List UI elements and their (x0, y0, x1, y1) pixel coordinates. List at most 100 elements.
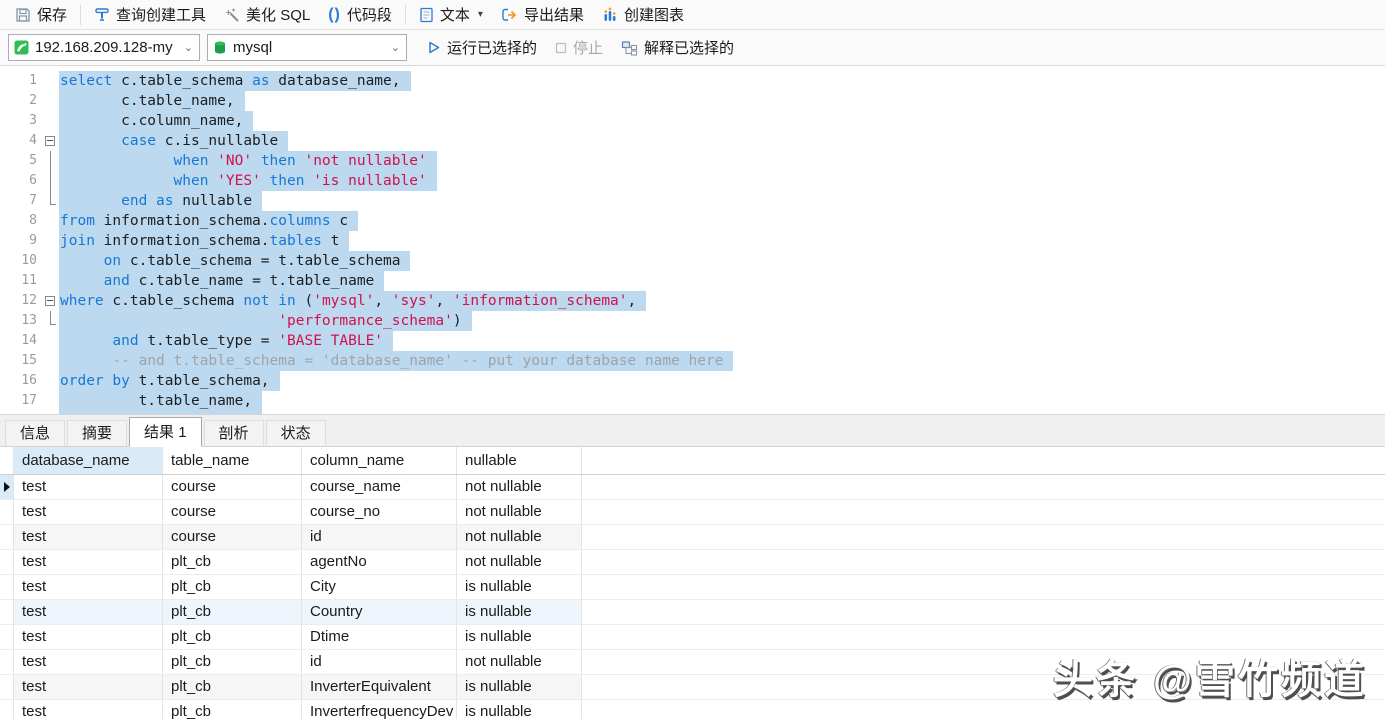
cell-database_name[interactable]: test (14, 525, 163, 549)
cell-column_name[interactable]: Dtime (302, 625, 457, 649)
cell-database_name[interactable]: test (14, 650, 163, 674)
fold-marker[interactable] (42, 131, 59, 151)
save-button[interactable]: 保存 (6, 2, 76, 28)
row-selector[interactable] (0, 650, 14, 674)
fold-marker[interactable] (42, 311, 59, 331)
grid-corner-cell[interactable] (0, 447, 14, 474)
editor-line-3[interactable]: 3 c.column_name, (0, 111, 1385, 131)
editor-line-17[interactable]: 17 t.table_name, (0, 391, 1385, 411)
cell-table_name[interactable]: course (163, 475, 302, 499)
collapse-icon[interactable] (45, 136, 55, 146)
cell-database_name[interactable]: test (14, 500, 163, 524)
cell-table_name[interactable]: plt_cb (163, 600, 302, 624)
editor-line-10[interactable]: 10 on c.table_schema = t.table_schema (0, 251, 1385, 271)
table-row[interactable]: testcourseidnot nullable (0, 525, 1385, 550)
editor-line-1[interactable]: 1select c.table_schema as database_name, (0, 71, 1385, 91)
beautify-sql-button[interactable]: 美化 SQL (215, 2, 319, 28)
editor-line-8[interactable]: 8from information_schema.columns c (0, 211, 1385, 231)
explain-selected-button[interactable]: 解释已选择的 (612, 35, 743, 61)
sql-editor[interactable]: 1select c.table_schema as database_name,… (0, 66, 1385, 414)
cell-column_name[interactable]: City (302, 575, 457, 599)
editor-line-5[interactable]: 5 when 'NO' then 'not nullable' (0, 151, 1385, 171)
tab-状态[interactable]: 状态 (266, 420, 326, 446)
editor-line-11[interactable]: 11 and c.table_name = t.table_name (0, 271, 1385, 291)
row-selector[interactable] (0, 575, 14, 599)
cell-table_name[interactable]: course (163, 500, 302, 524)
cell-table_name[interactable]: plt_cb (163, 625, 302, 649)
fold-marker[interactable] (42, 291, 59, 311)
database-select[interactable]: mysql ⌄ (207, 34, 407, 61)
cell-nullable[interactable]: is nullable (457, 700, 582, 719)
cell-database_name[interactable]: test (14, 550, 163, 574)
chevron-down-icon[interactable]: ▾ (478, 9, 483, 20)
cell-table_name[interactable]: course (163, 525, 302, 549)
cell-nullable[interactable]: not nullable (457, 475, 582, 499)
column-header-column_name[interactable]: column_name (302, 447, 457, 474)
cell-database_name[interactable]: test (14, 675, 163, 699)
cell-table_name[interactable]: plt_cb (163, 550, 302, 574)
cell-column_name[interactable]: InverterEquivalent (302, 675, 457, 699)
cell-table_name[interactable]: plt_cb (163, 700, 302, 719)
editor-line-15[interactable]: 15 -- and t.table_schema = 'database_nam… (0, 351, 1385, 371)
cell-nullable[interactable]: is nullable (457, 575, 582, 599)
row-selector[interactable] (0, 675, 14, 699)
query-builder-button[interactable]: 查询创建工具 (85, 2, 215, 28)
table-row[interactable]: testplt_cbCountryis nullable (0, 600, 1385, 625)
table-row[interactable]: testcoursecourse_namenot nullable (0, 475, 1385, 500)
editor-line-2[interactable]: 2 c.table_name, (0, 91, 1385, 111)
cell-table_name[interactable]: plt_cb (163, 575, 302, 599)
cell-nullable[interactable]: not nullable (457, 500, 582, 524)
column-header-table_name[interactable]: table_name (163, 447, 302, 474)
column-header-nullable[interactable]: nullable (457, 447, 582, 474)
cell-nullable[interactable]: not nullable (457, 525, 582, 549)
editor-line-16[interactable]: 16order by t.table_schema, (0, 371, 1385, 391)
cell-column_name[interactable]: course_no (302, 500, 457, 524)
cell-column_name[interactable]: course_name (302, 475, 457, 499)
fold-marker[interactable] (42, 171, 59, 191)
create-chart-button[interactable]: 创建图表 (593, 2, 693, 28)
cell-nullable[interactable]: is nullable (457, 625, 582, 649)
cell-column_name[interactable]: Country (302, 600, 457, 624)
export-result-button[interactable]: 导出结果 (492, 2, 593, 28)
cell-nullable[interactable]: is nullable (457, 675, 582, 699)
editor-line-7[interactable]: 7 end as nullable (0, 191, 1385, 211)
cell-column_name[interactable]: InverterfrequencyDev (302, 700, 457, 719)
table-row[interactable]: testplt_cbagentNonot nullable (0, 550, 1385, 575)
row-selector[interactable] (0, 700, 14, 719)
tab-结果 1[interactable]: 结果 1 (129, 417, 202, 447)
row-selector[interactable] (0, 500, 14, 524)
row-selector[interactable] (0, 625, 14, 649)
cell-column_name[interactable]: agentNo (302, 550, 457, 574)
collapse-icon[interactable] (45, 296, 55, 306)
fold-marker[interactable] (42, 151, 59, 171)
row-selector[interactable] (0, 600, 14, 624)
table-row[interactable]: testcoursecourse_nonot nullable (0, 500, 1385, 525)
editor-line-13[interactable]: 13 'performance_schema') (0, 311, 1385, 331)
editor-line-4[interactable]: 4 case c.is_nullable (0, 131, 1385, 151)
row-selector[interactable] (0, 525, 14, 549)
cell-column_name[interactable]: id (302, 650, 457, 674)
connection-select[interactable]: 192.168.209.128-my ⌄ (8, 34, 200, 61)
cell-nullable[interactable]: is nullable (457, 600, 582, 624)
cell-database_name[interactable]: test (14, 575, 163, 599)
cell-table_name[interactable]: plt_cb (163, 675, 302, 699)
fold-marker[interactable] (42, 191, 59, 211)
cell-column_name[interactable]: id (302, 525, 457, 549)
editor-line-12[interactable]: 12where c.table_schema not in ('mysql', … (0, 291, 1385, 311)
cell-database_name[interactable]: test (14, 600, 163, 624)
code-snippet-button[interactable]: () 代码段 (319, 2, 401, 28)
cell-nullable[interactable]: not nullable (457, 650, 582, 674)
run-selected-button[interactable]: 运行已选择的 (418, 35, 546, 61)
column-header-database_name[interactable]: database_name (14, 447, 163, 474)
cell-database_name[interactable]: test (14, 700, 163, 719)
cell-nullable[interactable]: not nullable (457, 550, 582, 574)
cell-database_name[interactable]: test (14, 475, 163, 499)
cell-table_name[interactable]: plt_cb (163, 650, 302, 674)
editor-line-14[interactable]: 14 and t.table_type = 'BASE TABLE' (0, 331, 1385, 351)
text-view-button[interactable]: 文本 ▾ (410, 2, 492, 28)
editor-line-6[interactable]: 6 when 'YES' then 'is nullable' (0, 171, 1385, 191)
editor-line-9[interactable]: 9join information_schema.tables t (0, 231, 1385, 251)
stop-button[interactable]: 停止 (546, 35, 612, 61)
row-selector[interactable] (0, 550, 14, 574)
table-row[interactable]: testplt_cbCityis nullable (0, 575, 1385, 600)
